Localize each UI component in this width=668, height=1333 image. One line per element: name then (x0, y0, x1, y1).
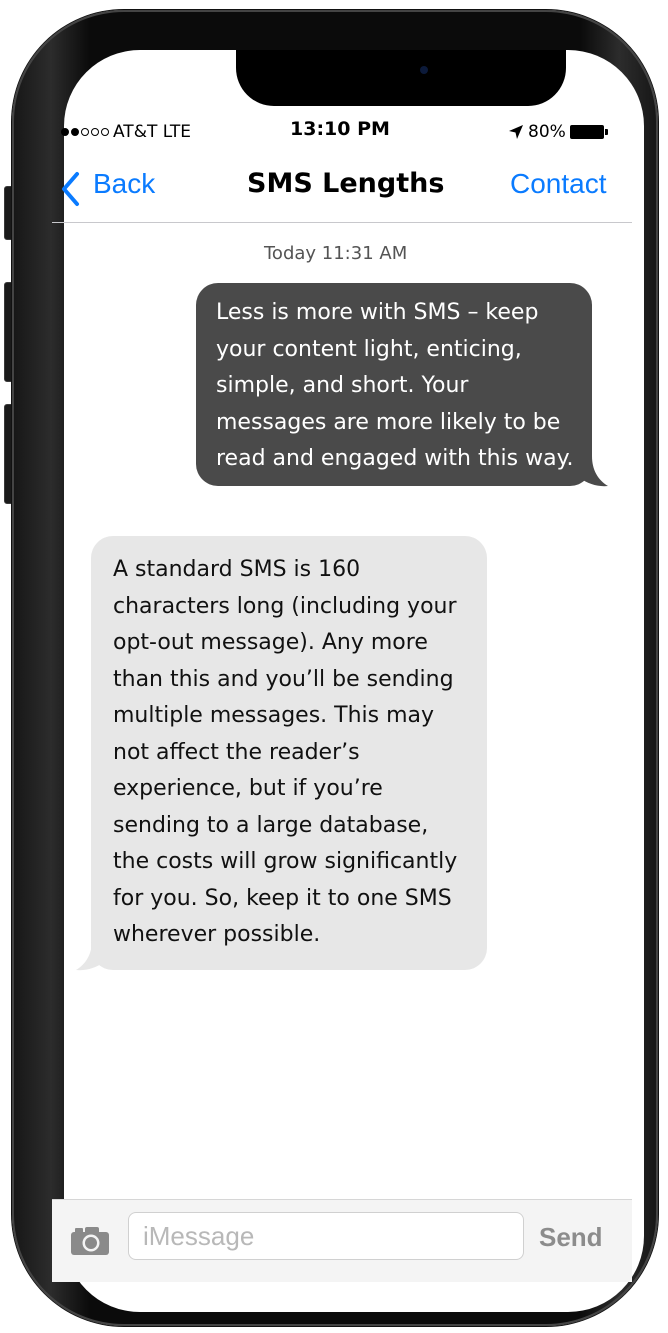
message-line: than this and you’ll be sending (113, 666, 454, 692)
status-time: 13:10 PM (290, 118, 390, 140)
signal-dot (101, 128, 109, 136)
battery-percent: 80% (528, 122, 566, 142)
message-line: not affect the reader’s (113, 739, 360, 765)
notch (236, 50, 566, 106)
message-line: multiple messages. This may (113, 703, 435, 728)
battery-icon (569, 124, 610, 140)
outgoing-bubble-tail (580, 456, 608, 487)
message-line: simple, and short. Your (216, 373, 469, 398)
message-line: characters long (including your (113, 593, 457, 619)
back-button[interactable]: Back (93, 168, 155, 208)
message-line: Less is more with SMS – keep (216, 300, 539, 325)
contact-button[interactable]: Contact (510, 168, 607, 208)
signal-strength-icon (61, 128, 109, 136)
message-line: your content light, enticing, (216, 336, 522, 362)
message-line: A standard SMS is 160 (113, 557, 361, 582)
conversation-title: SMS Lengths (247, 168, 445, 199)
status-left: AT&T LTE (61, 118, 191, 146)
message-line: experience, but if you’re (113, 776, 383, 801)
message-line: the costs will grow significantly (113, 849, 458, 874)
signal-dot (71, 128, 79, 136)
carrier-label: AT&T LTE (113, 122, 191, 142)
imessage-input[interactable] (128, 1212, 524, 1260)
message-timestamp: Today 11:31 AM (264, 243, 408, 264)
message-line: sending to a large database, (113, 812, 429, 838)
camera-icon[interactable] (70, 1226, 110, 1256)
front-camera (420, 66, 428, 74)
nav-divider (52, 222, 632, 223)
message-line: for you. So, keep it to one SMS (113, 885, 452, 911)
chevron-left-icon[interactable] (58, 170, 84, 208)
message-line: opt-out message). Any more (113, 630, 428, 655)
message-line: messages are more likely to be (216, 409, 561, 435)
send-button[interactable]: Send (539, 1222, 603, 1253)
message-line: wherever possible. (113, 922, 321, 947)
location-arrow-icon (509, 125, 523, 139)
signal-dot (61, 128, 69, 136)
message-line: read and engaged with this way. (216, 446, 574, 471)
signal-dot (81, 128, 89, 136)
incoming-bubble-tail (76, 940, 104, 971)
status-right: 80% (508, 118, 610, 146)
incoming-message-bubble[interactable]: A standard SMS is 160 characters long (i… (91, 536, 487, 970)
signal-dot (91, 128, 99, 136)
outgoing-message-bubble[interactable]: Less is more with SMS – keep your conten… (196, 283, 592, 486)
